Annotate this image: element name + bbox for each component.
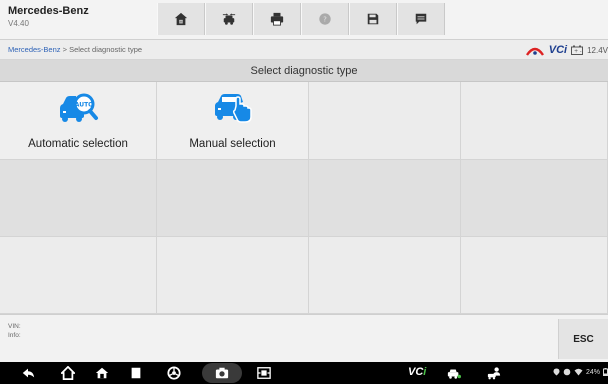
manual-select-car-icon bbox=[214, 94, 252, 123]
empty-tile bbox=[309, 160, 461, 237]
empty-tile bbox=[0, 160, 157, 237]
empty-tile bbox=[157, 237, 309, 314]
system-status-area: 24% bbox=[553, 368, 608, 376]
vehicle-swap-button[interactable] bbox=[205, 3, 253, 35]
app-home-icon bbox=[95, 367, 109, 379]
save-button[interactable] bbox=[349, 3, 397, 35]
help-icon: ? bbox=[319, 13, 331, 25]
manual-selection-tile[interactable]: Manual selection bbox=[157, 82, 309, 160]
vehicle-info-bar: VIN: Info: ESC bbox=[0, 314, 608, 362]
svg-text:M: M bbox=[179, 20, 182, 24]
breadcrumb-root-link[interactable]: Mercedes-Benz bbox=[8, 45, 61, 54]
camera-button[interactable] bbox=[214, 365, 230, 381]
svg-text:AUTO: AUTO bbox=[75, 102, 94, 109]
breadcrumb-bar: Mercedes-Benz > Select diagnostic type V… bbox=[0, 40, 608, 60]
battery-voltage-icon: + - bbox=[571, 45, 584, 55]
remote-help-button[interactable] bbox=[486, 365, 502, 381]
svg-text:?: ? bbox=[323, 16, 327, 24]
empty-tile bbox=[157, 160, 309, 237]
empty-tile bbox=[461, 82, 608, 160]
empty-tile bbox=[461, 160, 608, 237]
screen-record-button[interactable] bbox=[256, 365, 272, 381]
house-icon bbox=[61, 366, 75, 380]
breadcrumb: Mercedes-Benz > Select diagnostic type bbox=[8, 45, 142, 54]
empty-tile bbox=[461, 237, 608, 314]
empty-tile bbox=[0, 237, 157, 314]
home-button[interactable]: M bbox=[157, 3, 205, 35]
brand-name: Mercedes-Benz bbox=[8, 5, 89, 17]
wifi-icon bbox=[574, 368, 583, 376]
save-icon bbox=[367, 13, 379, 25]
vci-status-label: VCi bbox=[548, 44, 568, 56]
recents-icon bbox=[131, 367, 141, 379]
connection-status: VCi + - 12.4V bbox=[525, 43, 608, 57]
home-icon: M bbox=[174, 12, 188, 26]
manual-selection-label: Manual selection bbox=[189, 138, 276, 150]
toolbar: M ? bbox=[157, 3, 445, 35]
info-label: Info: bbox=[8, 332, 21, 339]
vehicle-info-text: VIN: Info: bbox=[8, 322, 21, 340]
back-button[interactable] bbox=[20, 365, 36, 381]
esc-button[interactable]: ESC bbox=[558, 319, 608, 359]
signal-arc-icon bbox=[525, 47, 544, 56]
back-arrow-icon bbox=[22, 368, 35, 378]
browser-button[interactable] bbox=[166, 365, 182, 381]
message-icon bbox=[415, 13, 427, 25]
browser-icon bbox=[167, 366, 181, 380]
empty-tile bbox=[309, 237, 461, 314]
camera-icon bbox=[215, 367, 229, 379]
help-button[interactable]: ? bbox=[301, 3, 349, 35]
car-status-icon bbox=[447, 369, 461, 379]
brand-block: Mercedes-Benz V4.40 bbox=[8, 5, 89, 30]
autel-home-button[interactable] bbox=[94, 365, 110, 381]
app-screen: Mercedes-Benz V4.40 M ? Mercedes-Benz > … bbox=[0, 0, 608, 384]
vci-nav-button[interactable]: VCi bbox=[408, 366, 426, 378]
auto-scan-car-icon: AUTO bbox=[60, 93, 98, 122]
vin-label: VIN: bbox=[8, 323, 21, 330]
system-navbar: VCi 24% bbox=[0, 362, 608, 384]
battery-percent: 24% bbox=[585, 368, 600, 376]
svg-text:+ -: + - bbox=[574, 49, 582, 55]
voltage-readout: 12.4V bbox=[587, 45, 608, 55]
home-nav-button[interactable] bbox=[60, 365, 76, 381]
automatic-selection-label: Automatic selection bbox=[28, 138, 128, 150]
automatic-selection-tile[interactable]: AUTO Automatic selection bbox=[0, 82, 157, 160]
screen-record-icon bbox=[257, 367, 271, 379]
app-header: Mercedes-Benz V4.40 M ? bbox=[0, 0, 608, 40]
recents-button[interactable] bbox=[128, 365, 144, 381]
vehicle-nav-button[interactable] bbox=[446, 365, 462, 381]
print-button[interactable] bbox=[253, 3, 301, 35]
empty-tile bbox=[309, 82, 461, 160]
breadcrumb-current: Select diagnostic type bbox=[69, 45, 143, 54]
print-icon bbox=[270, 12, 284, 26]
page-title: Select diagnostic type bbox=[0, 60, 608, 82]
sync-icon bbox=[563, 368, 571, 376]
breadcrumb-separator: > bbox=[60, 45, 70, 54]
remote-support-icon bbox=[487, 367, 501, 380]
battery-icon bbox=[603, 368, 608, 376]
diagnostic-type-grid: AUTO Automatic selection Manual selectio… bbox=[0, 82, 608, 314]
message-button[interactable] bbox=[397, 3, 445, 35]
vehicle-swap-icon bbox=[222, 13, 236, 25]
location-icon bbox=[553, 368, 560, 376]
app-version: V4.40 bbox=[8, 19, 29, 28]
